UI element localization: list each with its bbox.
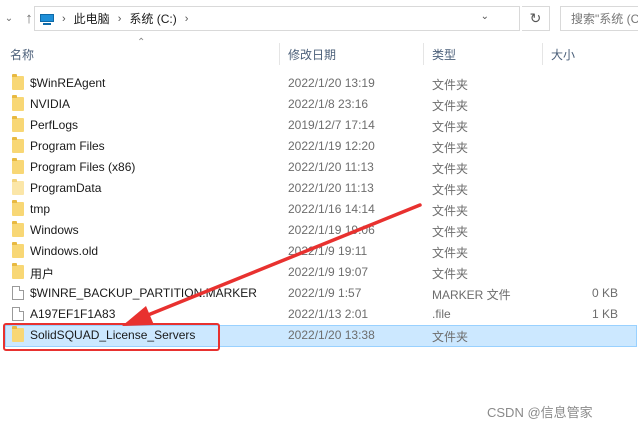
breadcrumb-drive-c[interactable]: 系统 (C:) [129,10,176,27]
folder-icon [12,74,24,90]
modified-date: 2022/1/9 19:11 [288,244,368,258]
file-name: NVIDIA [30,97,71,111]
breadcrumb-separator-icon[interactable]: › [118,13,122,25]
modified-date: 2022/1/9 1:57 [288,286,362,300]
modified-date: 2022/1/20 13:19 [288,76,375,90]
modified-date: 2022/1/9 19:07 [288,265,369,279]
file-type: 文件夹 [432,330,469,344]
file-name: A197EF1F1A83 [30,307,116,321]
file-name: Windows [30,223,79,237]
recent-locations-chevron-icon[interactable]: ⌄ [0,5,18,31]
modified-date: 2022/1/8 23:16 [288,97,369,111]
file-name: tmp [30,202,51,216]
file-type: 文件夹 [432,162,469,176]
file-name: ProgramData [30,181,102,195]
file-list-row[interactable]: Program Files 2022/1/19 12:20 文件夹 [0,136,638,157]
file-type: 文件夹 [432,267,469,281]
folder-icon [12,158,24,174]
file-type: 文件夹 [432,225,469,239]
file-list-row[interactable]: $WinREAgent 2022/1/20 13:19 文件夹 [0,73,638,94]
file-name: 用户 [30,267,55,281]
column-header-name[interactable]: 名称 [10,46,34,63]
file-list: $WinREAgent 2022/1/20 13:19 文件夹 NVIDIA 2022/… [0,73,638,347]
folder-icon [12,95,24,111]
modified-date: 2022/1/20 11:13 [288,160,374,174]
modified-date: 2019/12/7 17:14 [288,118,375,132]
file-list-row[interactable]: A197EF1F1A83 2022/1/13 2:01 .file 1 KB [0,304,638,325]
file-name: PerfLogs [30,118,79,132]
folder-icon [12,221,24,237]
file-type: 文件夹 [432,204,469,218]
this-pc-icon [40,13,54,25]
file-type: .file [432,307,451,321]
refresh-button[interactable]: ↻ [522,6,550,31]
file-type: MARKER 文件 [432,288,511,302]
folder-icon [12,242,24,258]
file-list-row[interactable]: Windows 2022/1/19 19:06 文件夹 [0,220,638,241]
search-input[interactable]: 搜索"系统 (C:)" [560,6,638,31]
file-icon [12,307,24,321]
folder-hidden-icon [12,179,24,195]
breadcrumb-separator-icon[interactable]: › [62,13,66,25]
file-icon [12,286,24,300]
column-header-type[interactable]: 类型 [432,46,456,63]
modified-date: 2022/1/19 12:20 [288,139,375,153]
column-divider[interactable] [423,43,424,65]
file-type: 文件夹 [432,141,469,155]
file-list-row[interactable]: ProgramData 2022/1/20 11:13 文件夹 [0,178,638,199]
file-type: 文件夹 [432,183,469,197]
folder-icon [12,200,24,216]
file-name: Program Files [30,139,105,153]
file-size: 1 KB [591,307,618,321]
file-list-row[interactable]: NVIDIA 2022/1/8 23:16 文件夹 [0,94,638,115]
watermark: CSDN @信息管家 [487,405,593,420]
file-name: Windows.old [30,244,99,258]
folder-icon [12,137,24,153]
folder-icon [12,263,24,279]
file-list-row[interactable]: Windows.old 2022/1/9 19:11 文件夹 [0,241,638,262]
address-box[interactable]: › 此电脑 › 系统 (C:) › ⌄ [34,6,520,31]
file-type: 文件夹 [432,246,469,260]
file-name: $WinREAgent [30,76,106,90]
file-list-row[interactable]: 用户 2022/1/9 19:07 文件夹 [0,262,638,283]
column-divider[interactable] [542,43,543,65]
file-size: 0 KB [591,286,618,300]
file-list-row[interactable]: tmp 2022/1/16 14:14 文件夹 [0,199,638,220]
file-name: $WINRE_BACKUP_PARTITION.MARKER [30,286,257,300]
file-type: 文件夹 [432,120,469,134]
folder-icon [12,116,24,132]
annotation-highlight-box [3,323,220,351]
file-type: 文件夹 [432,99,469,113]
modified-date: 2022/1/20 13:38 [288,328,375,342]
modified-date: 2022/1/13 2:01 [288,307,369,321]
breadcrumb-separator-icon[interactable]: › [185,13,189,25]
file-type: 文件夹 [432,78,469,92]
file-list-row[interactable]: PerfLogs 2019/12/7 17:14 文件夹 [0,115,638,136]
address-dropdown-chevron-icon[interactable]: ⌄ [481,11,489,22]
breadcrumb-this-pc[interactable]: 此电脑 [74,10,110,27]
modified-date: 2022/1/20 11:13 [288,181,374,195]
modified-date: 2022/1/19 19:06 [288,223,375,237]
file-list-row[interactable]: Program Files (x86) 2022/1/20 11:13 文件夹 [0,157,638,178]
column-header-row: 名称 修改日期 类型 大小 [0,43,638,65]
column-header-date[interactable]: 修改日期 [288,46,336,63]
file-list-row[interactable]: $WINRE_BACKUP_PARTITION.MARKER 2022/1/9 1… [0,283,638,304]
column-header-size[interactable]: 大小 [551,46,575,63]
column-divider[interactable] [279,43,280,65]
file-name: Program Files (x86) [30,160,136,174]
modified-date: 2022/1/16 14:14 [288,202,375,216]
refresh-icon: ↻ [529,10,542,26]
